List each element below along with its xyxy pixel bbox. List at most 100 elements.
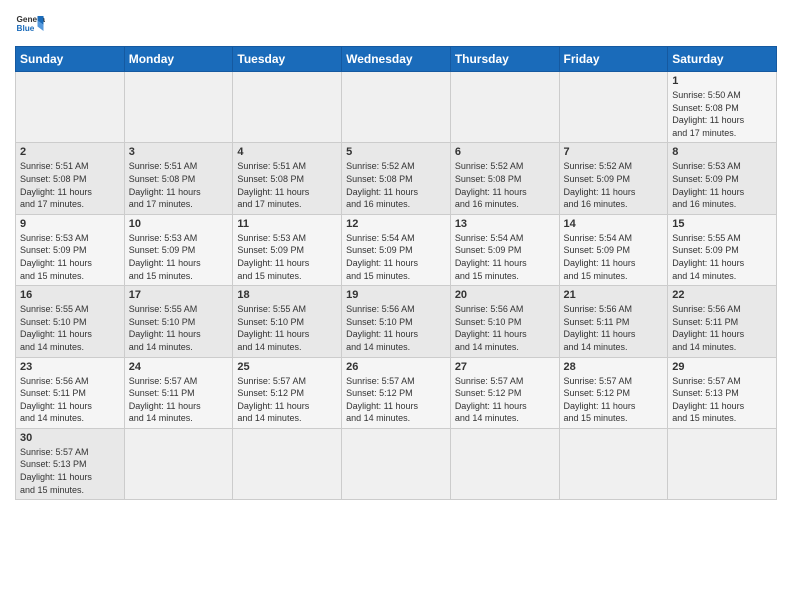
day-number: 14	[564, 218, 664, 230]
logo: General Blue	[15, 10, 45, 40]
day-number: 9	[20, 218, 120, 230]
calendar-cell: 8Sunrise: 5:53 AM Sunset: 5:09 PM Daylig…	[668, 143, 777, 214]
calendar-cell: 7 Sunrise: 5:52 AM Sunset: 5:09 PM Daylig…	[559, 143, 668, 214]
day-number: 17	[129, 289, 229, 301]
day-header-tuesday: Tuesday	[233, 47, 342, 72]
calendar-week-2: 2Sunrise: 5:51 AM Sunset: 5:08 PM Daylig…	[16, 143, 777, 214]
day-number: 25	[237, 361, 337, 373]
day-number: 30	[20, 432, 120, 444]
calendar-cell: 30 Sunrise: 5:57 AM Sunset: 5:13 PM Dayli…	[16, 428, 125, 499]
day-number: 5	[346, 146, 446, 158]
calendar-cell: 29 Sunrise: 5:57 AM Sunset: 5:13 PM Dayli…	[668, 357, 777, 428]
calendar-week-6: 30 Sunrise: 5:57 AM Sunset: 5:13 PM Dayli…	[16, 428, 777, 499]
calendar-cell	[233, 72, 342, 143]
cell-info: Sunrise: 5:54 AM Sunset: 5:09 PM Dayligh…	[346, 232, 446, 282]
calendar-week-4: 16 Sunrise: 5:55 AM Sunset: 5:10 PM Dayli…	[16, 286, 777, 357]
cell-info: Sunrise: 5:57 AM Sunset: 5:13 PM Dayligh…	[20, 446, 120, 496]
calendar-cell: 10Sunrise: 5:53 AM Sunset: 5:09 PM Dayli…	[124, 214, 233, 285]
calendar-cell	[450, 428, 559, 499]
calendar-cell: 9Sunrise: 5:53 AM Sunset: 5:09 PM Daylig…	[16, 214, 125, 285]
calendar-cell: 11 Sunrise: 5:53 AM Sunset: 5:09 PM Dayli…	[233, 214, 342, 285]
day-header-friday: Friday	[559, 47, 668, 72]
calendar-cell: 6Sunrise: 5:52 AM Sunset: 5:08 PM Daylig…	[450, 143, 559, 214]
calendar-cell: 14Sunrise: 5:54 AM Sunset: 5:09 PM Dayli…	[559, 214, 668, 285]
day-number: 7	[564, 146, 664, 158]
cell-info: Sunrise: 5:50 AM Sunset: 5:08 PM Dayligh…	[672, 89, 772, 139]
cell-info: Sunrise: 5:54 AM Sunset: 5:09 PM Dayligh…	[455, 232, 555, 282]
calendar-cell	[559, 72, 668, 143]
cell-info: Sunrise: 5:51 AM Sunset: 5:08 PM Dayligh…	[237, 160, 337, 210]
cell-info: Sunrise: 5:52 AM Sunset: 5:08 PM Dayligh…	[455, 160, 555, 210]
day-number: 16	[20, 289, 120, 301]
cell-info: Sunrise: 5:52 AM Sunset: 5:08 PM Dayligh…	[346, 160, 446, 210]
calendar-cell: 3Sunrise: 5:51 AM Sunset: 5:08 PM Daylig…	[124, 143, 233, 214]
cell-info: Sunrise: 5:51 AM Sunset: 5:08 PM Dayligh…	[20, 160, 120, 210]
calendar-cell: 2Sunrise: 5:51 AM Sunset: 5:08 PM Daylig…	[16, 143, 125, 214]
day-number: 13	[455, 218, 555, 230]
calendar-cell: 24Sunrise: 5:57 AM Sunset: 5:11 PM Dayli…	[124, 357, 233, 428]
calendar-header: SundayMondayTuesdayWednesdayThursdayFrid…	[16, 47, 777, 72]
day-number: 22	[672, 289, 772, 301]
day-number: 23	[20, 361, 120, 373]
calendar-cell	[450, 72, 559, 143]
cell-info: Sunrise: 5:53 AM Sunset: 5:09 PM Dayligh…	[237, 232, 337, 282]
day-number: 11	[237, 218, 337, 230]
calendar-cell: 28 Sunrise: 5:57 AM Sunset: 5:12 PM Dayli…	[559, 357, 668, 428]
calendar-cell: 16Sunrise: 5:55 AM Sunset: 5:10 PM Dayli…	[16, 286, 125, 357]
cell-info: Sunrise: 5:57 AM Sunset: 5:13 PM Dayligh…	[672, 375, 772, 425]
calendar-cell	[559, 428, 668, 499]
calendar-cell: 25 Sunrise: 5:57 AM Sunset: 5:12 PM Dayli…	[233, 357, 342, 428]
day-header-monday: Monday	[124, 47, 233, 72]
calendar-cell: 4 Sunrise: 5:51 AM Sunset: 5:08 PM Daylig…	[233, 143, 342, 214]
calendar-cell: 13 Sunrise: 5:54 AM Sunset: 5:09 PM Dayli…	[450, 214, 559, 285]
day-number: 15	[672, 218, 772, 230]
cell-info: Sunrise: 5:51 AM Sunset: 5:08 PM Dayligh…	[129, 160, 229, 210]
calendar-table: SundayMondayTuesdayWednesdayThursdayFrid…	[15, 46, 777, 500]
calendar-cell: 23 Sunrise: 5:56 AM Sunset: 5:11 PM Dayli…	[16, 357, 125, 428]
calendar-cell	[668, 428, 777, 499]
calendar-cell: 17Sunrise: 5:55 AM Sunset: 5:10 PM Dayli…	[124, 286, 233, 357]
calendar-cell: 27Sunrise: 5:57 AM Sunset: 5:12 PM Dayli…	[450, 357, 559, 428]
calendar-week-5: 23 Sunrise: 5:56 AM Sunset: 5:11 PM Dayli…	[16, 357, 777, 428]
day-header-wednesday: Wednesday	[342, 47, 451, 72]
cell-info: Sunrise: 5:56 AM Sunset: 5:10 PM Dayligh…	[455, 303, 555, 353]
svg-text:Blue: Blue	[17, 24, 35, 33]
day-number: 26	[346, 361, 446, 373]
cell-info: Sunrise: 5:56 AM Sunset: 5:11 PM Dayligh…	[20, 375, 120, 425]
cell-info: Sunrise: 5:56 AM Sunset: 5:10 PM Dayligh…	[346, 303, 446, 353]
cell-info: Sunrise: 5:57 AM Sunset: 5:12 PM Dayligh…	[564, 375, 664, 425]
calendar-cell	[233, 428, 342, 499]
calendar-cell: 18Sunrise: 5:55 AM Sunset: 5:10 PM Dayli…	[233, 286, 342, 357]
day-number: 24	[129, 361, 229, 373]
calendar-cell: 5 Sunrise: 5:52 AM Sunset: 5:08 PM Daylig…	[342, 143, 451, 214]
calendar-cell: 20 Sunrise: 5:56 AM Sunset: 5:10 PM Dayli…	[450, 286, 559, 357]
cell-info: Sunrise: 5:55 AM Sunset: 5:09 PM Dayligh…	[672, 232, 772, 282]
day-header-saturday: Saturday	[668, 47, 777, 72]
day-number: 28	[564, 361, 664, 373]
header: General Blue	[15, 10, 777, 40]
cell-info: Sunrise: 5:55 AM Sunset: 5:10 PM Dayligh…	[237, 303, 337, 353]
day-number: 8	[672, 146, 772, 158]
cell-info: Sunrise: 5:57 AM Sunset: 5:12 PM Dayligh…	[346, 375, 446, 425]
calendar-cell	[16, 72, 125, 143]
calendar-cell: 26 Sunrise: 5:57 AM Sunset: 5:12 PM Dayli…	[342, 357, 451, 428]
cell-info: Sunrise: 5:57 AM Sunset: 5:12 PM Dayligh…	[237, 375, 337, 425]
day-number: 20	[455, 289, 555, 301]
days-header-row: SundayMondayTuesdayWednesdayThursdayFrid…	[16, 47, 777, 72]
day-number: 4	[237, 146, 337, 158]
calendar-cell: 12 Sunrise: 5:54 AM Sunset: 5:09 PM Dayli…	[342, 214, 451, 285]
day-number: 29	[672, 361, 772, 373]
cell-info: Sunrise: 5:56 AM Sunset: 5:11 PM Dayligh…	[564, 303, 664, 353]
generalblue-logo-icon: General Blue	[15, 10, 45, 40]
calendar-cell: 21Sunrise: 5:56 AM Sunset: 5:11 PM Dayli…	[559, 286, 668, 357]
cell-info: Sunrise: 5:52 AM Sunset: 5:09 PM Dayligh…	[564, 160, 664, 210]
calendar-week-1: 1 Sunrise: 5:50 AM Sunset: 5:08 PM Daylig…	[16, 72, 777, 143]
cell-info: Sunrise: 5:57 AM Sunset: 5:12 PM Dayligh…	[455, 375, 555, 425]
day-number: 1	[672, 75, 772, 87]
calendar-cell	[124, 72, 233, 143]
day-number: 19	[346, 289, 446, 301]
calendar-cell	[124, 428, 233, 499]
calendar-cell: 1 Sunrise: 5:50 AM Sunset: 5:08 PM Daylig…	[668, 72, 777, 143]
day-number: 12	[346, 218, 446, 230]
day-number: 10	[129, 218, 229, 230]
